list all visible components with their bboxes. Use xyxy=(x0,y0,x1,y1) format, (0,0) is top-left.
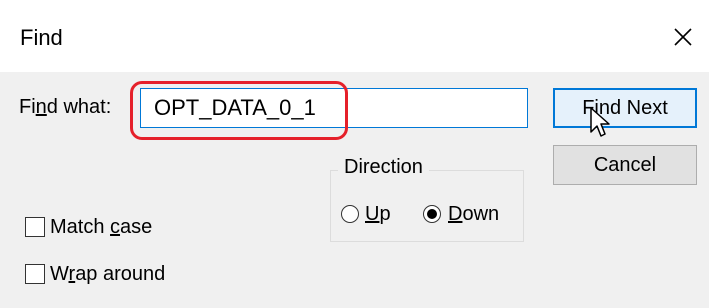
match-case-label: Match case xyxy=(50,216,153,238)
find-dialog: Find Find what: Find Next Cancel Directi… xyxy=(0,0,709,308)
close-button[interactable] xyxy=(660,14,706,60)
direction-up-radio[interactable] xyxy=(341,205,359,223)
direction-down-radio[interactable] xyxy=(423,205,441,223)
direction-up-label: Up xyxy=(365,203,391,225)
cancel-button[interactable]: Cancel xyxy=(553,145,697,185)
radio-selected-dot xyxy=(427,209,437,219)
find-next-button[interactable]: Fi nd Next xyxy=(553,88,697,128)
wrap-around-checkbox[interactable] xyxy=(25,264,45,284)
match-case-checkbox[interactable] xyxy=(25,217,45,237)
title-bar: Find xyxy=(0,0,709,72)
find-what-input[interactable] xyxy=(140,88,528,128)
close-icon xyxy=(674,28,692,46)
find-what-label: Find what: xyxy=(19,96,112,118)
dialog-title: Find xyxy=(20,25,63,50)
direction-legend: Direction xyxy=(338,156,429,179)
direction-down-label: Down xyxy=(448,203,500,225)
wrap-around-label: Wrap around xyxy=(50,263,166,285)
